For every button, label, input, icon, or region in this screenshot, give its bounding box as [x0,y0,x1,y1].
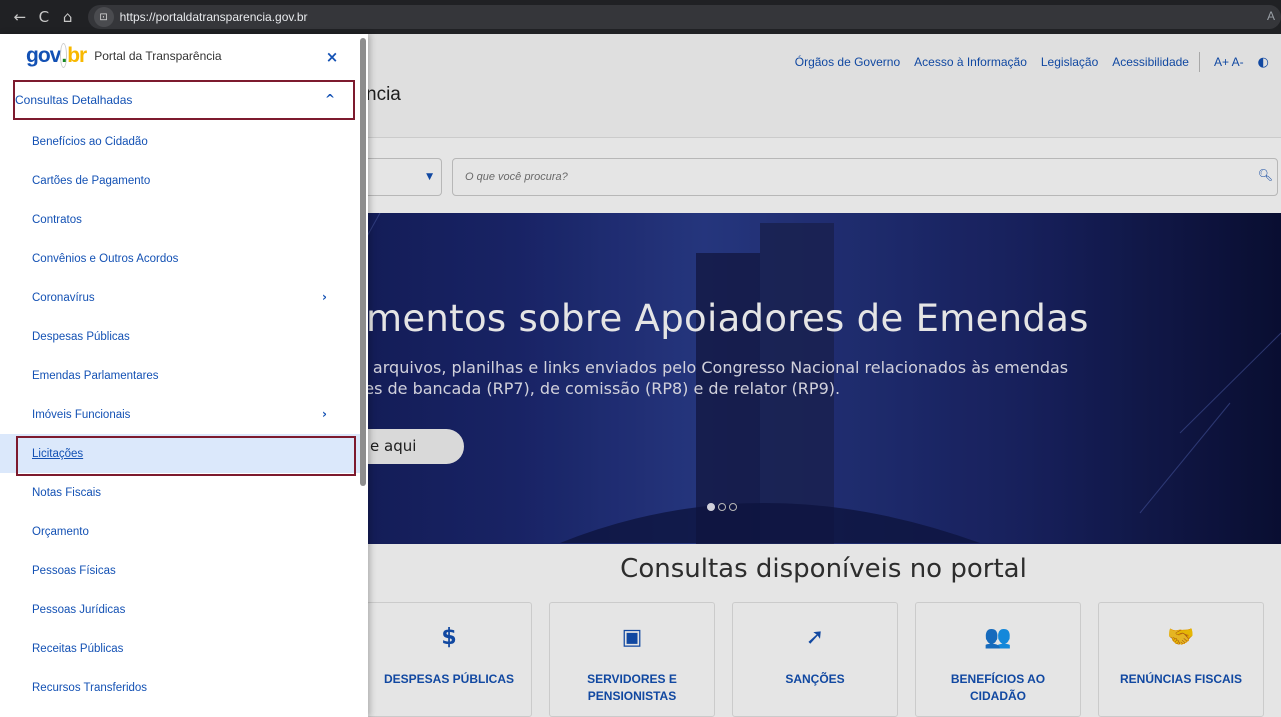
card-servidores[interactable]: ▣ SERVIDORES E PENSIONISTAS [549,602,715,717]
menu-item-label: Notas Fiscais [32,486,102,499]
menu-item-convenios[interactable]: Convênios e Outros Acordos [0,239,360,278]
close-icon[interactable]: × [322,48,342,68]
menu-scrollbar[interactable] [360,38,366,486]
contrast-icon[interactable]: ◐ [1258,55,1269,70]
menu-section-consultas-detalhadas[interactable]: Consultas Detalhadas ^ [13,80,355,120]
card-despesas[interactable]: $ DESPESAS PÚBLICAS [366,602,532,717]
govbr-logo[interactable]: gov.br [26,43,87,68]
menu-item-label: Coronavírus [32,291,95,304]
menu-item-contratos[interactable]: Contratos [0,200,360,239]
home-icon[interactable]: ⌂ [56,5,80,29]
menu-item-beneficios[interactable]: Benefícios ao Cidadão [0,122,360,161]
address-bar[interactable]: ⊡ https://portaldatransparencia.gov.br [87,5,1281,29]
menu-item-pessoas-juridicas[interactable]: Pessoas Jurídicas [0,590,360,629]
back-icon[interactable]: ← [8,5,32,29]
search-input[interactable] [452,158,1278,196]
menu-header: gov.br Portal da Transparência [0,34,360,78]
card-label: BENEFÍCIOS AO CIDADÃO [950,672,1046,703]
menu-item-cartoes[interactable]: Cartões de Pagamento [0,161,360,200]
dollar-icon: $ [441,624,457,650]
card-label: DESPESAS PÚBLICAS [383,672,515,686]
card-label: SANÇÕES [785,672,845,686]
menu-item-pessoas-fisicas[interactable]: Pessoas Físicas [0,551,360,590]
carousel-dots [707,503,737,511]
lock-icon[interactable]: ⊡ [93,7,114,27]
menu-item-label: Contratos [32,213,82,226]
chevron-right-icon: › [322,290,327,304]
card-label: RENÚNCIAS FISCAIS [1119,672,1242,686]
search-icon[interactable]: 🔍︎ [1258,168,1273,182]
link-legislacao[interactable]: Legislação [1041,55,1098,69]
site-title: ncia [366,84,401,105]
carousel-dot-1[interactable] [707,503,715,511]
menu-item-label: Imóveis Funcionais [32,408,131,421]
reload-icon[interactable]: C [32,5,56,29]
menu-item-label: Receitas Públicas [32,642,124,655]
menu-item-licitacoes[interactable]: Licitações [0,434,360,473]
menu-item-label: Pessoas Físicas [32,564,116,577]
caret-down-icon: ▼ [426,172,433,182]
menu-item-recursos[interactable]: Recursos Transferidos [0,668,360,707]
card-renuncias[interactable]: 🤝 RENÚNCIAS FISCAIS [1098,602,1264,717]
side-menu: gov.br Portal da Transparência × Consult… [0,34,368,717]
carousel-dot-2[interactable] [718,503,726,511]
menu-item-label: Recursos Transferidos [32,681,148,694]
font-size-controls[interactable]: A+ A- [1214,55,1244,69]
divider [1198,52,1200,72]
hero-description: e arquivos, planilhas e links enviados p… [358,357,1068,399]
menu-item-notas-fiscais[interactable]: Notas Fiscais [0,473,360,512]
menu-list: Benefícios ao Cidadão Cartões de Pagamen… [0,122,360,707]
chevron-up-icon: ^ [324,92,335,106]
link-acessibilidade[interactable]: Acessibilidade [1112,55,1189,69]
hero-desc-line-2: res de bancada (RP7), de comissão (RP8) … [358,379,841,398]
card-beneficios[interactable]: 👥 BENEFÍCIOS AO CIDADÃO [915,602,1081,717]
handshake-icon: 🤝 [1167,624,1195,650]
url-text[interactable]: https://portaldatransparencia.gov.br [120,10,308,24]
section-label: Consultas Detalhadas [15,93,133,107]
search-category-select[interactable]: ▼ [366,158,442,196]
menu-item-label: Licitações [32,447,84,460]
link-acesso-informacao[interactable]: Acesso à Informação [914,55,1027,69]
menu-item-label: Orçamento [32,525,89,538]
menu-item-orcamento[interactable]: Orçamento [0,512,360,551]
hero-desc-line-1: e arquivos, planilhas e links enviados p… [358,358,1069,377]
menu-item-label: Cartões de Pagamento [32,174,151,187]
gavel-icon: ➚ [805,624,825,650]
menu-item-label: Pessoas Jurídicas [32,603,126,616]
menu-item-label: Convênios e Outros Acordos [32,252,179,265]
card-sancoes[interactable]: ➚ SANÇÕES [732,602,898,717]
menu-item-despesas[interactable]: Despesas Públicas [0,317,360,356]
menu-item-imoveis[interactable]: Imóveis Funcionais › [0,395,360,434]
menu-item-emendas[interactable]: Emendas Parlamentares [0,356,360,395]
hero-title: mentos sobre Apoiadores de Emendas [366,297,1089,340]
top-links: Órgãos de Governo Acesso à Informação Le… [781,52,1269,72]
section-title: Consultas disponíveis no portal [620,554,1027,584]
menu-item-receitas[interactable]: Receitas Públicas [0,629,360,668]
carousel-dot-3[interactable] [729,503,737,511]
card-label: SERVIDORES E PENSIONISTAS [587,672,677,703]
portal-name: Portal da Transparência [94,49,222,63]
browser-toolbar: ← C ⌂ ⊡ https://portaldatransparencia.go… [0,0,1281,34]
users-icon: 👥 [984,624,1012,650]
menu-item-coronavirus[interactable]: Coronavírus › [0,278,360,317]
badge-icon: ▣ [621,624,643,650]
chevron-right-icon: › [322,407,327,421]
profile-icon[interactable]: A [1267,9,1275,23]
menu-item-label: Benefícios ao Cidadão [32,135,148,148]
consultas-cards: $ DESPESAS PÚBLICAS ▣ SERVIDORES E PENSI… [366,602,1281,717]
menu-item-label: Emendas Parlamentares [32,369,159,382]
menu-item-label: Despesas Públicas [32,330,130,343]
link-orgaos[interactable]: Órgãos de Governo [795,55,900,69]
